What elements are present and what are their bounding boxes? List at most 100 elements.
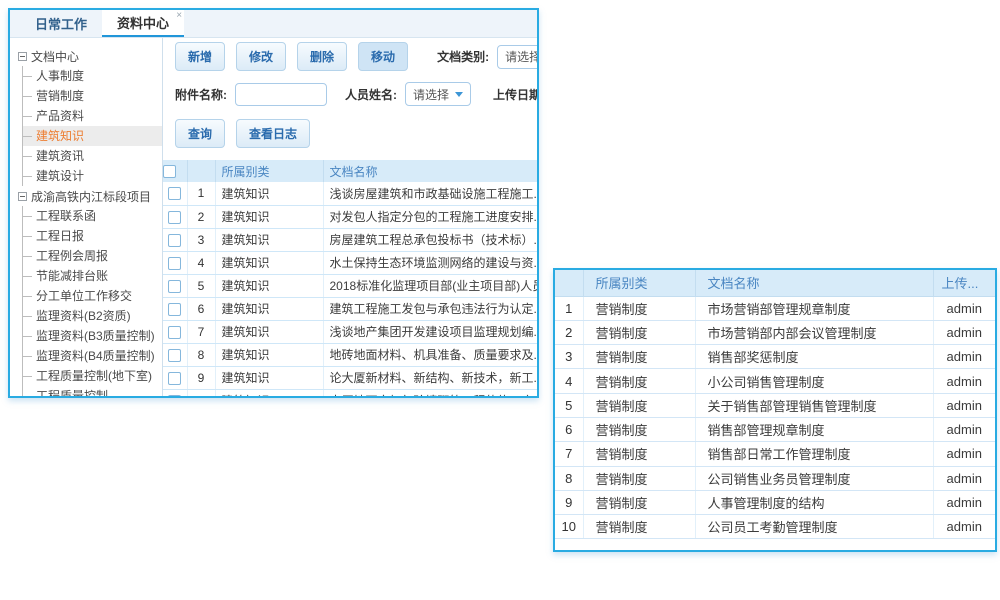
move-button[interactable]: 移动	[358, 42, 408, 71]
row-category: 建筑知识	[215, 320, 323, 343]
tree-item-quality-control[interactable]: 工程质量控制	[23, 386, 162, 396]
row-index: 2	[555, 320, 583, 344]
table-row[interactable]: 4 营销制度 小公司销售管理制度 admin	[555, 369, 995, 393]
tree-item-supervision-b2[interactable]: 监理资料(B2资质)	[23, 306, 162, 326]
row-index: 10	[187, 389, 215, 396]
tree-item-supervision-b3[interactable]: 监理资料(B3质量控制)	[23, 326, 162, 346]
row-title: 浅谈房屋建筑和市政基础设施工程施工...	[323, 182, 537, 205]
row-category: 营销制度	[583, 466, 695, 490]
table-row[interactable]: 2 建筑知识 对发包人指定分包的工程施工进度安排...	[163, 205, 537, 228]
row-checkbox[interactable]	[168, 234, 181, 247]
collapse-icon[interactable]	[18, 192, 27, 201]
row-checkbox[interactable]	[168, 280, 181, 293]
table-row[interactable]: 4 建筑知识 水土保持生态环境监测网络的建设与资...	[163, 251, 537, 274]
action-toolbar: 新增 修改 删除 移动 文档类别: 请选择 文档名称:	[163, 42, 537, 71]
tree-item-work-transfer[interactable]: 分工单位工作移交	[23, 286, 162, 306]
delete-button[interactable]: 删除	[297, 42, 347, 71]
row-index: 9	[187, 366, 215, 389]
table-row[interactable]: 5 建筑知识 2018标准化监理项目部(业主项目部)人员...	[163, 274, 537, 297]
row-uploader: admin	[933, 490, 995, 514]
row-title: 小公司销售管理制度	[695, 369, 933, 393]
row-uploader: admin	[933, 393, 995, 417]
table-row[interactable]: 9 建筑知识 论大厦新材料、新结构、新技术，新工...	[163, 366, 537, 389]
header-checkbox[interactable]	[163, 165, 176, 178]
records-table: 所属别类 文档名称 上传... 1 营销制度 市场营销部管理规章制度 admin…	[555, 270, 995, 539]
tree-item-supervision-b4[interactable]: 监理资料(B4质量控制)	[23, 346, 162, 366]
row-category: 营销制度	[583, 393, 695, 417]
table-row[interactable]: 3 营销制度 销售部奖惩制度 admin	[555, 345, 995, 369]
tab-daily-work[interactable]: 日常工作	[20, 10, 102, 37]
tree-item-quality-basement[interactable]: 工程质量控制(地下室)	[23, 366, 162, 386]
add-button[interactable]: 新增	[175, 42, 225, 71]
row-category: 营销制度	[583, 442, 695, 466]
table-row[interactable]: 7 营销制度 销售部日常工作管理制度 admin	[555, 442, 995, 466]
row-index: 1	[187, 182, 215, 205]
row-category: 建筑知识	[215, 343, 323, 366]
row-category: 建筑知识	[215, 389, 323, 396]
row-checkbox[interactable]	[168, 187, 181, 200]
row-title: 建筑工程施工发包与承包违法行为认定...	[323, 297, 537, 320]
tree-item-construction-knowledge[interactable]: 建筑知识	[23, 126, 162, 146]
tree-item-daily-report[interactable]: 工程日报	[23, 226, 162, 246]
row-checkbox[interactable]	[168, 257, 181, 270]
row-category: 营销制度	[583, 490, 695, 514]
table-row[interactable]: 2 营销制度 市场营销部内部会议管理制度 admin	[555, 320, 995, 344]
close-icon[interactable]: ×	[176, 11, 182, 21]
row-checkbox[interactable]	[168, 349, 181, 362]
table-row[interactable]: 8 建筑知识 地砖地面材料、机具准备、质量要求及...	[163, 343, 537, 366]
row-index: 9	[555, 490, 583, 514]
row-title: 水土保持生态环境监测网络的建设与资...	[323, 251, 537, 274]
tree-item-construction-design[interactable]: 建筑设计	[23, 166, 162, 186]
row-uploader: admin	[933, 369, 995, 393]
row-uploader: admin	[933, 320, 995, 344]
table-row[interactable]: 6 建筑知识 建筑工程施工发包与承包违法行为认定...	[163, 297, 537, 320]
row-checkbox[interactable]	[168, 326, 181, 339]
row-index: 10	[555, 515, 583, 539]
table-header-row: 所属别类 文档名称	[163, 160, 537, 182]
table-row[interactable]: 1 营销制度 市场营销部管理规章制度 admin	[555, 296, 995, 320]
tree-node-railway-project[interactable]: 成渝高铁内江标段项目	[18, 186, 162, 206]
person-name-select[interactable]: 请选择	[405, 82, 471, 106]
tree-item-weekly-meeting[interactable]: 工程例会周报	[23, 246, 162, 266]
uploader-header: 上传...	[933, 270, 995, 296]
tree-item-energy-ledger[interactable]: 节能减排台账	[23, 266, 162, 286]
name-header: 文档名称	[323, 160, 537, 182]
query-button[interactable]: 查询	[175, 119, 225, 148]
table-row[interactable]: 5 营销制度 关于销售部管理销售管理制度 admin	[555, 393, 995, 417]
row-title: 关于销售部管理销售管理制度	[695, 393, 933, 417]
index-header	[187, 160, 215, 182]
edit-button[interactable]: 修改	[236, 42, 286, 71]
table-row[interactable]: 3 建筑知识 房屋建筑工程总承包投标书（技术标）...	[163, 228, 537, 251]
row-category: 建筑知识	[215, 366, 323, 389]
table-row[interactable]: 7 建筑知识 浅谈地产集团开发建设项目监理规划编...	[163, 320, 537, 343]
tree-item-personnel[interactable]: 人事制度	[23, 66, 162, 86]
table-row[interactable]: 10 营销制度 公司员工考勤管理制度 admin	[555, 515, 995, 539]
row-category: 建筑知识	[215, 274, 323, 297]
attachment-name-label: 附件名称:	[175, 86, 227, 103]
table-row[interactable]: 9 营销制度 人事管理制度的结构 admin	[555, 490, 995, 514]
tree-item-construction-news[interactable]: 建筑资讯	[23, 146, 162, 166]
tab-data-center[interactable]: 资料中心 ×	[102, 10, 184, 37]
attachment-name-input[interactable]	[235, 83, 327, 106]
row-index: 2	[187, 205, 215, 228]
row-checkbox[interactable]	[168, 372, 181, 385]
tree-item-product[interactable]: 产品资料	[23, 106, 162, 126]
tree-node-doc-center[interactable]: 文档中心	[18, 46, 162, 66]
doc-category-select[interactable]: 请选择	[497, 45, 537, 69]
row-uploader: admin	[933, 466, 995, 490]
table-row[interactable]: 8 营销制度 公司销售业务员管理制度 admin	[555, 466, 995, 490]
collapse-icon[interactable]	[18, 52, 27, 61]
row-title: 销售部管理规章制度	[695, 417, 933, 441]
tree-item-contact-letter[interactable]: 工程联系函	[23, 206, 162, 226]
view-log-button[interactable]: 查看日志	[236, 119, 310, 148]
table-row[interactable]: 10 建筑知识 大厦地下室加气砼墙砌筑工程的施工方...	[163, 389, 537, 396]
row-title: 2018标准化监理项目部(业主项目部)人员...	[323, 274, 537, 297]
row-checkbox[interactable]	[168, 303, 181, 316]
row-checkbox[interactable]	[168, 395, 181, 396]
table-row[interactable]: 6 营销制度 销售部管理规章制度 admin	[555, 417, 995, 441]
records-table-panel: 所属别类 文档名称 上传... 1 营销制度 市场营销部管理规章制度 admin…	[553, 268, 997, 552]
row-checkbox[interactable]	[168, 211, 181, 224]
tree-item-marketing[interactable]: 营销制度	[23, 86, 162, 106]
table-row[interactable]: 1 建筑知识 浅谈房屋建筑和市政基础设施工程施工...	[163, 182, 537, 205]
row-title: 销售部日常工作管理制度	[695, 442, 933, 466]
